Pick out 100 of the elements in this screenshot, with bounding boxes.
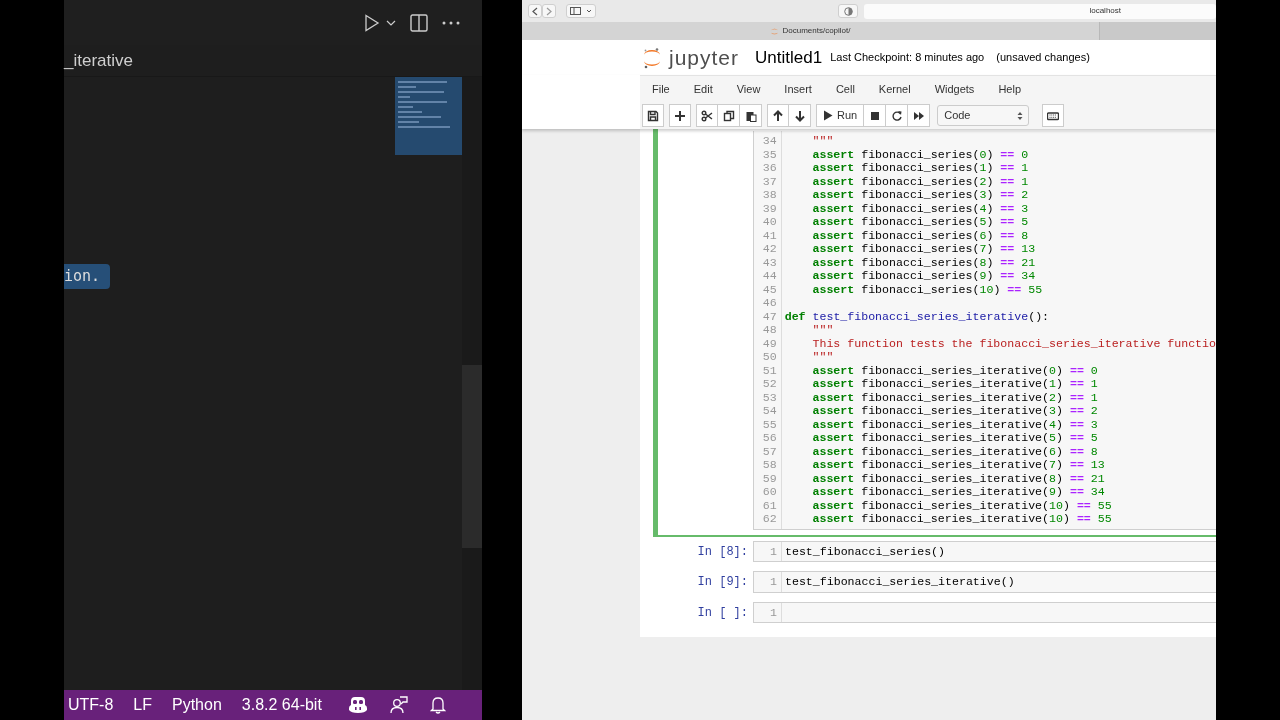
line-number: 46 <box>762 296 777 309</box>
line-number: 55 <box>762 417 777 431</box>
chevron-left-icon <box>532 6 538 16</box>
line-number: 44 <box>762 269 777 282</box>
status-item[interactable]: UTF-8 <box>68 693 114 717</box>
fast-forward-icon <box>912 109 925 122</box>
run-button[interactable]: Run <box>816 104 865 127</box>
address-field[interactable]: localhost <box>864 3 1216 19</box>
logo-icon[interactable] <box>643 46 661 69</box>
clipboard-icon <box>744 109 757 122</box>
chevron-right-icon <box>546 6 552 16</box>
paste-button[interactable] <box>740 104 762 127</box>
restart-button[interactable] <box>886 104 909 127</box>
status-item[interactable]: LF <box>133 693 152 717</box>
code-line: assert fibonacci_series(3) == 2 <box>811 188 1029 201</box>
status-item[interactable]: Python <box>172 693 222 717</box>
menu-item[interactable]: Cell <box>823 80 867 98</box>
run-icon[interactable] <box>364 13 380 32</box>
line-number: 36 <box>762 161 777 174</box>
cut-button[interactable] <box>696 104 718 127</box>
code-line: assert fibonacci_series_iterative(3) == 2 <box>811 404 1098 417</box>
code-line: assert fibonacci_series(7) == 13 <box>811 242 1036 255</box>
scrollbar-thumb[interactable] <box>462 365 482 548</box>
back-button[interactable] <box>528 4 542 18</box>
insert-cell-button[interactable] <box>669 104 691 127</box>
highlighted-text: ion. <box>64 264 111 289</box>
person-feedback-icon[interactable] <box>389 696 408 714</box>
line-number: 42 <box>762 242 777 255</box>
code-line: assert fibonacci_series(4) == 3 <box>811 201 1029 215</box>
line-number: 48 <box>762 323 777 336</box>
line-number: 41 <box>762 228 777 242</box>
line-number: 51 <box>762 363 777 377</box>
code-line: assert fibonacci_series_iterative(9) == 34 <box>811 485 1105 498</box>
line-number: 50 <box>762 350 777 363</box>
run-all-button[interactable] <box>908 104 931 127</box>
code-line: test_fibonacci_series() <box>785 544 946 558</box>
menu-item[interactable]: Widgets <box>922 80 987 98</box>
command-palette-button[interactable] <box>1042 104 1065 127</box>
chevron-down-icon <box>586 9 592 13</box>
code-line: assert fibonacci_series(2) == 1 <box>811 174 1029 188</box>
menu-item[interactable]: View <box>724 80 773 98</box>
line-number: 34 <box>762 134 777 147</box>
browser-tab[interactable]: Documents/copilot/ <box>522 22 1100 40</box>
logo-text[interactable]: jupyter <box>669 41 740 74</box>
chevron-down-icon[interactable] <box>386 19 396 26</box>
status-item[interactable]: 3.8.2 64-bit <box>241 693 322 717</box>
line-number: 56 <box>762 431 777 444</box>
robot-icon[interactable] <box>347 696 368 714</box>
menu-item[interactable]: File <box>640 80 682 98</box>
code-line: assert fibonacci_series(1) == 1 <box>811 161 1029 174</box>
line-number: 45 <box>762 282 777 296</box>
code-line: assert fibonacci_series_iterative(4) == 3 <box>811 417 1098 431</box>
line-number: 1 <box>770 575 777 588</box>
favicon-icon <box>770 26 780 36</box>
bell-icon[interactable] <box>429 696 446 714</box>
line-number: 40 <box>762 215 777 228</box>
code-line: """ <box>811 323 834 336</box>
code-line: assert fibonacci_series_iterative(1) == 1 <box>811 377 1098 390</box>
line-number: 35 <box>762 147 777 161</box>
code-line: assert fibonacci_series(5) == 5 <box>811 215 1029 228</box>
menu-item[interactable]: Edit <box>681 80 725 98</box>
copy-icon <box>722 109 735 122</box>
line-number: 39 <box>762 201 777 215</box>
code-line: assert fibonacci_series(10) == 55 <box>811 282 1043 296</box>
line-number: 57 <box>762 444 777 458</box>
menu-item[interactable]: Insert <box>772 80 824 98</box>
restart-icon <box>890 109 903 122</box>
code-line: test_fibonacci_series_iterative() <box>785 575 1015 588</box>
move-up-button[interactable] <box>767 104 789 127</box>
sidebar-button[interactable] <box>566 4 596 18</box>
move-down-button[interactable] <box>789 104 811 127</box>
line-number: 47 <box>762 309 777 323</box>
save-status: (unsaved changes) <box>996 50 1090 66</box>
line-number: 52 <box>762 377 777 390</box>
cell-prompt: In [8]: <box>697 544 748 559</box>
code-line: assert fibonacci_series(6) == 8 <box>811 228 1029 242</box>
cell-prompt: In [ ]: <box>697 605 748 620</box>
split-editor-icon[interactable] <box>410 13 428 32</box>
checkpoint-text: Last Checkpoint: 8 minutes ago <box>830 50 985 66</box>
line-number: 62 <box>762 512 777 525</box>
notebook-title[interactable]: Untitled1 <box>755 44 823 71</box>
interrupt-button[interactable] <box>864 104 887 127</box>
privacy-button[interactable] <box>838 4 858 18</box>
keyboard-icon <box>1047 109 1060 122</box>
code-cell[interactable] <box>653 129 1216 537</box>
line-number: 61 <box>762 498 777 512</box>
code-line: assert fibonacci_series_iterative(5) == 5 <box>811 431 1098 444</box>
menu-item[interactable]: Help <box>986 80 1033 98</box>
line-number: 60 <box>762 485 777 498</box>
breadcrumb[interactable]: _iterative <box>64 47 133 74</box>
more-icon[interactable] <box>442 20 460 25</box>
copy-button[interactable] <box>718 104 740 127</box>
cell-type-select[interactable]: Code <box>937 105 1030 126</box>
code-line: def test_fibonacci_series_iterative(): <box>784 309 1050 323</box>
menu-item[interactable]: Kernel <box>866 80 923 98</box>
line-number: 54 <box>762 404 777 417</box>
line-number: 58 <box>762 458 777 471</box>
updown-caret-icon <box>1017 110 1024 121</box>
save-button[interactable] <box>642 104 664 127</box>
code-line: assert fibonacci_series_iterative(10) == 55 <box>811 498 1112 512</box>
